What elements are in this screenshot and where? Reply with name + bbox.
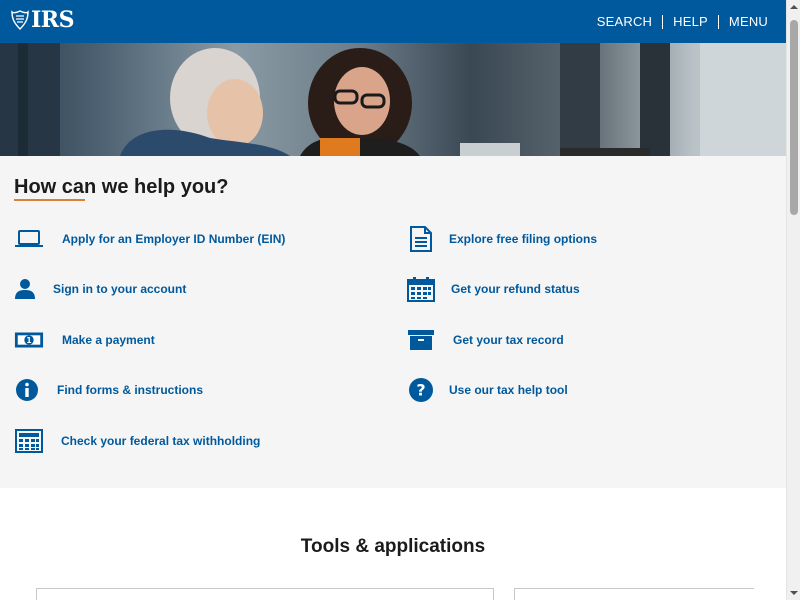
info-icon — [14, 377, 40, 403]
svg-text:1: 1 — [26, 336, 31, 345]
scrollbar-thumb[interactable] — [790, 20, 798, 215]
svg-text:?: ? — [416, 381, 425, 400]
help-link-label: Sign in to your account — [53, 282, 187, 296]
page-scrollbar[interactable] — [786, 0, 800, 600]
help-link-check-withholding[interactable]: Check your federal tax withholding — [14, 428, 260, 454]
page-viewport: IRS SEARCH HELP MENU How can we help you… — [0, 0, 786, 600]
tool-card[interactable] — [514, 588, 754, 600]
user-icon — [14, 276, 36, 302]
help-link-label: Get your refund status — [451, 282, 580, 296]
calendar-icon — [406, 276, 436, 302]
archive-box-icon — [406, 327, 436, 353]
help-link-refund-status[interactable]: Get your refund status — [406, 276, 580, 302]
logo-text: IRS — [31, 7, 74, 33]
help-link-make-payment[interactable]: 1 Make a payment — [14, 327, 155, 353]
help-link-apply-ein[interactable]: Apply for an Employer ID Number (EIN) — [14, 226, 285, 252]
help-link-label: Explore free filing options — [449, 232, 598, 246]
tools-heading: Tools & applications — [300, 536, 486, 557]
question-icon: ? — [406, 377, 436, 403]
help-link-tax-help-tool[interactable]: ? Use our tax help tool — [406, 377, 568, 403]
help-section: How can we help you? Apply for an Employ… — [0, 156, 786, 488]
scroll-down-arrow-icon[interactable] — [787, 586, 800, 600]
tool-card[interactable] — [36, 588, 494, 600]
help-link-label: Apply for an Employer ID Number (EIN) — [62, 232, 286, 246]
money-icon: 1 — [14, 327, 44, 353]
help-link-label: Use our tax help tool — [449, 383, 568, 397]
help-link-label: Get your tax record — [453, 333, 564, 347]
help-heading: How can we help you? — [14, 176, 229, 198]
nav-divider — [717, 14, 719, 29]
help-link-find-forms[interactable]: Find forms & instructions — [14, 377, 203, 403]
calculator-icon — [14, 428, 44, 454]
help-link-free-filing[interactable]: Explore free filing options — [406, 226, 597, 252]
help-link-sign-in[interactable]: Sign in to your account — [14, 276, 186, 302]
heading-accent-line — [14, 199, 85, 201]
hero-banner-image — [0, 43, 786, 156]
site-header: IRS SEARCH HELP MENU — [0, 0, 786, 43]
nav-menu-link[interactable]: MENU — [729, 14, 768, 29]
irs-logo[interactable]: IRS — [11, 9, 74, 31]
document-icon — [406, 226, 436, 252]
nav-search-link[interactable]: SEARCH — [597, 14, 652, 29]
help-link-label: Make a payment — [62, 333, 155, 347]
eagle-emblem-icon — [11, 10, 29, 30]
nav-divider — [662, 14, 664, 29]
laptop-icon — [14, 226, 44, 252]
help-link-tax-record[interactable]: Get your tax record — [406, 327, 564, 353]
nav-help-link[interactable]: HELP — [673, 14, 708, 29]
help-link-label: Find forms & instructions — [57, 383, 204, 397]
hero-photo-illustration — [0, 43, 786, 156]
help-link-label: Check your federal tax withholding — [61, 434, 261, 448]
scroll-up-arrow-icon[interactable] — [787, 0, 800, 14]
top-navigation: SEARCH HELP MENU — [597, 14, 768, 29]
